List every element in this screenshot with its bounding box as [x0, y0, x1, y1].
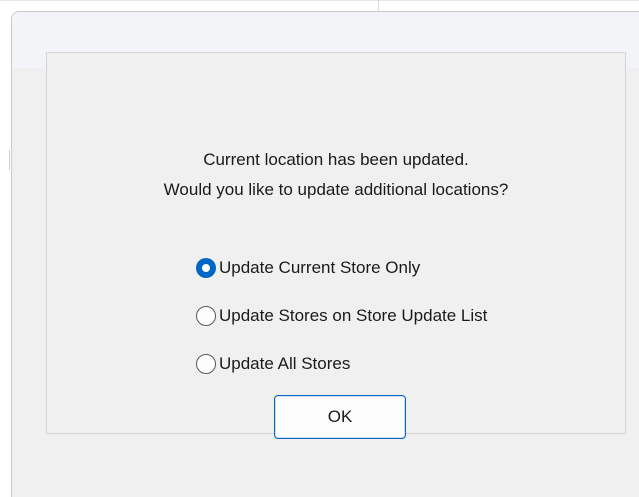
option-label: Update Current Store Only: [219, 258, 421, 277]
option-update-all-stores[interactable]: Update All Stores: [196, 340, 487, 388]
option-label: Update All Stores: [219, 354, 351, 373]
radio-unselected-icon[interactable]: [196, 306, 216, 326]
ok-button[interactable]: OK: [274, 395, 406, 439]
message-line-1: Current location has been updated.: [203, 150, 469, 169]
message-line-2: Would you like to update additional loca…: [163, 180, 509, 199]
dialog-window: Current location has been updated. Would…: [11, 11, 639, 497]
background-edge: [0, 0, 639, 1]
radio-unselected-icon[interactable]: [196, 354, 216, 374]
option-update-store-update-list[interactable]: Update Stores on Store Update List: [196, 292, 487, 340]
update-options-group: Update Current Store Only Update Stores …: [196, 244, 487, 388]
background-tick: [9, 150, 10, 170]
option-label: Update Stores on Store Update List: [219, 306, 488, 325]
dialog-message: Current location has been updated. Would…: [47, 145, 625, 205]
radio-selected-icon[interactable]: [196, 258, 216, 278]
option-update-current-store[interactable]: Update Current Store Only: [196, 244, 487, 292]
